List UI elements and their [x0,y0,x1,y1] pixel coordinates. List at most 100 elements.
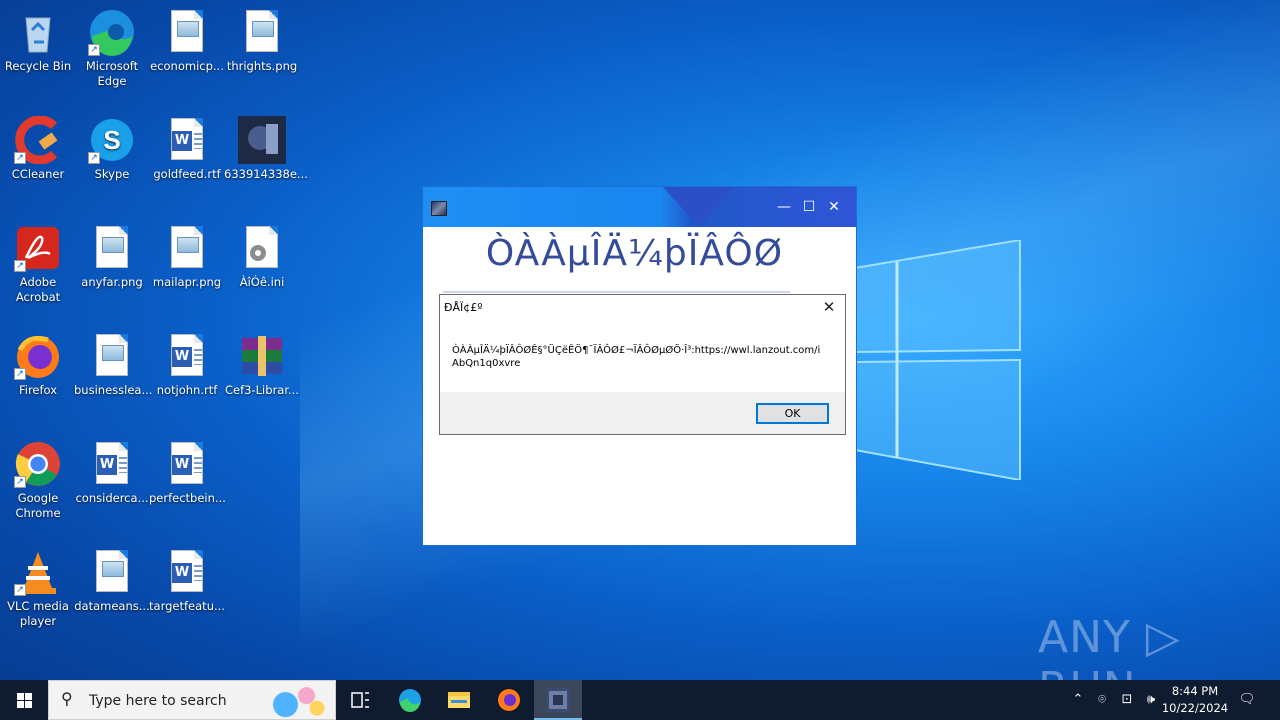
windows-start-icon [17,693,24,700]
desktop-icon-label: Google Chrome [15,491,61,520]
desktop-icon[interactable]: ↗ Adobe Acrobat [0,224,76,305]
clock-date: 10/22/2024 [1161,701,1229,715]
desktop-icon-label: considerca... [75,491,149,505]
dialog-title: ÐÅÏ¢£º [444,301,483,314]
word-doc-icon: W [163,332,211,380]
search-icon: ⚲ [61,689,73,708]
desktop-icon-label: Recycle Bin [4,59,72,73]
ok-button[interactable]: OK [756,403,829,424]
image-file-icon [163,8,211,56]
desktop-icon[interactable]: ↗ VLC media player [0,548,76,629]
shortcut-arrow-icon: ↗ [14,368,26,380]
app-icon [546,688,570,712]
edge-icon: ↗ [88,8,136,56]
word-doc-icon: W [88,440,136,488]
vlc-icon: ↗ [14,548,62,596]
desktop-icon-label: Skype [94,167,130,181]
desktop-icon-label: targetfeatu... [149,599,225,613]
desktop-icon[interactable]: 633914338e... [224,116,308,182]
desktop-icon-label: CCleaner [11,167,65,181]
divider [443,291,790,293]
app-heading: ÒÀÀµÎÄ¼þÏÂÔØ [485,233,784,274]
desktop-icon[interactable]: Cef3-Librar... [224,332,300,398]
desktop-icon[interactable]: mailapr.png [149,224,225,290]
desktop-icon[interactable]: Wtargetfeatu... [149,548,225,614]
desktop-icon-label: Adobe Acrobat [15,275,61,304]
word-doc-icon: W [163,548,211,596]
desktop-icon[interactable]: Wperfectbein... [149,440,226,506]
clock-time: 8:44 PM [1171,684,1219,698]
taskbar-edge[interactable] [386,680,434,720]
message-dialog: ÐÅÏ¢£º ✕ ÒÀÀµÎÄ¼þÏÂÔØÊ§°ÜÇëÊÖ¶¯ÏÂÔØ£¬ÏÂÔ… [439,294,846,435]
desktop-icon-label: perfectbein... [149,491,226,505]
desktop-icon[interactable]: ↗ Firefox [0,332,76,398]
windows-wallpaper-logo [855,240,1021,480]
task-view-button[interactable] [336,680,384,720]
minimize-button[interactable]: — [775,198,793,216]
desktop-icon-label: economicp... [150,59,224,73]
firefox-icon: ↗ [14,332,62,380]
taskbar-search[interactable]: ⚲ Type here to search [48,680,336,720]
taskbar-clock[interactable]: 8:44 PM 10/22/2024 [1160,683,1230,717]
desktop-icon[interactable]: ↗ Microsoft Edge [74,8,150,89]
svg-text:S: S [103,125,120,155]
taskbar-file-explorer[interactable] [435,680,483,720]
maximize-button[interactable]: ☐ [800,198,818,216]
desktop-icon-label: thrights.png [226,59,298,73]
image-file-icon [238,8,286,56]
desktop-icon[interactable]: anyfar.png [74,224,150,290]
network-icon[interactable]: ⊡ [1116,680,1138,720]
desktop-icon[interactable]: Wgoldfeed.rtf [149,116,225,182]
search-placeholder: Type here to search [89,693,227,709]
desktop-icon[interactable]: businesslea... [74,332,153,398]
desktop-icon[interactable]: S ↗ Skype [74,116,150,182]
chevron-up-icon[interactable]: ⌃ [1068,680,1088,720]
winrar-icon [238,332,286,380]
volume-icon[interactable]: 🕪 [1140,680,1162,720]
desktop-icon-label: ÀîÓê.ini [239,275,285,289]
desktop-icon[interactable]: Recycle Bin [0,8,76,74]
desktop-icon[interactable]: datameans... [74,548,150,614]
desktop-icon-label: goldfeed.rtf [153,167,221,181]
desktop-icon-label: mailapr.png [152,275,222,289]
desktop-icon[interactable]: ÀîÓê.ini [224,224,300,290]
app-icon [431,201,447,216]
desktop-icon[interactable]: thrights.png [224,8,300,74]
image-thumbnail-icon [238,116,286,164]
shortcut-arrow-icon: ↗ [14,476,26,488]
start-button[interactable] [0,680,48,720]
desktop-icon-label: Microsoft Edge [85,59,139,88]
dialog-close-button[interactable]: ✕ [821,298,837,316]
desktop-icon[interactable]: economicp... [149,8,225,74]
dialog-footer: OK [440,392,845,434]
desktop-icon[interactable]: Wnotjohn.rtf [149,332,225,398]
window-titlebar[interactable]: — ☐ ✕ [423,187,856,227]
image-file-icon [163,224,211,272]
taskbar-active-app[interactable] [534,680,582,720]
shortcut-arrow-icon: ↗ [88,152,100,164]
chrome-icon: ↗ [14,440,62,488]
desktop-icon-label: datameans... [74,599,150,613]
desktop-icon[interactable]: ↗ CCleaner [0,115,76,182]
shortcut-arrow-icon: ↗ [14,260,26,272]
desktop-icon[interactable]: ↗ Google Chrome [0,440,76,521]
desktop-icon-label: businesslea... [74,383,153,397]
shortcut-arrow-icon: ↗ [88,44,100,56]
task-view-icon [351,692,369,708]
desktop-icon[interactable]: Wconsiderca... [74,440,150,506]
desktop-icon-label: notjohn.rtf [156,383,218,397]
image-file-icon [88,224,136,272]
notification-icon[interactable]: 🗨 [1234,680,1260,720]
folder-icon [448,692,470,708]
close-button[interactable]: ✕ [825,198,843,216]
meet-now-icon[interactable]: ⌾ [1092,680,1112,720]
acrobat-icon: ↗ [14,224,62,272]
firefox-icon [498,689,520,711]
desktop-icon-label: Firefox [18,383,58,397]
shortcut-arrow-icon: ↗ [14,152,26,164]
taskbar: ⚲ Type here to search ⌃ ⌾ ⊡ 🕪 8:44 PM 10… [0,680,1280,720]
search-highlight-icon [261,683,331,719]
taskbar-firefox[interactable] [485,680,533,720]
word-doc-icon: W [163,116,211,164]
desktop-icon-label: 633914338e... [224,167,308,181]
